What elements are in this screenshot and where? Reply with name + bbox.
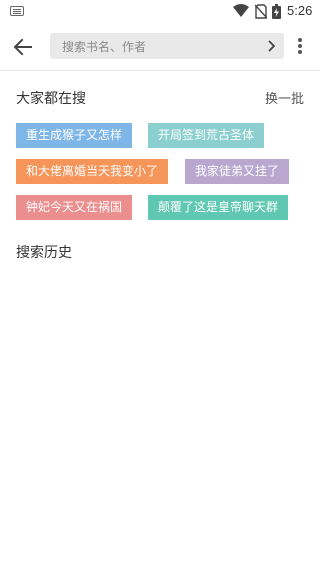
hot-tag[interactable]: 钟妃今天又在祸国 <box>16 195 133 220</box>
chevron-right-icon[interactable] <box>264 39 278 53</box>
hot-search-title: 大家都在搜 <box>16 91 86 107</box>
hot-tag[interactable]: 我家徒弟又挂了 <box>185 159 290 184</box>
back-button[interactable] <box>10 34 36 60</box>
clock: 5:26 <box>287 3 313 18</box>
battery-charging-icon <box>272 4 281 19</box>
hot-tag[interactable]: 重生成猴子又怎样 <box>16 123 133 148</box>
search-input[interactable] <box>60 33 254 61</box>
refresh-button[interactable]: 换一批 <box>265 88 304 107</box>
hot-tag[interactable]: 和大佬离婚当天我变小了 <box>16 159 169 184</box>
search-history-title: 搜索历史 <box>16 245 72 261</box>
toolbar <box>0 24 320 71</box>
wifi-icon <box>233 4 249 17</box>
hot-tag[interactable]: 开局签到荒古圣体 <box>148 123 265 148</box>
search-box[interactable] <box>50 33 284 61</box>
hot-tag[interactable]: 颠覆了这是皇帝聊天群 <box>148 195 289 220</box>
keyboard-icon <box>10 6 24 16</box>
arrow-left-icon <box>13 38 32 56</box>
status-bar: 5:26 <box>0 0 320 24</box>
more-options-button[interactable] <box>292 36 308 58</box>
hot-search-header: 大家都在搜 换一批 <box>16 88 304 108</box>
no-sim-icon <box>255 4 267 19</box>
more-vertical-icon <box>298 38 302 42</box>
